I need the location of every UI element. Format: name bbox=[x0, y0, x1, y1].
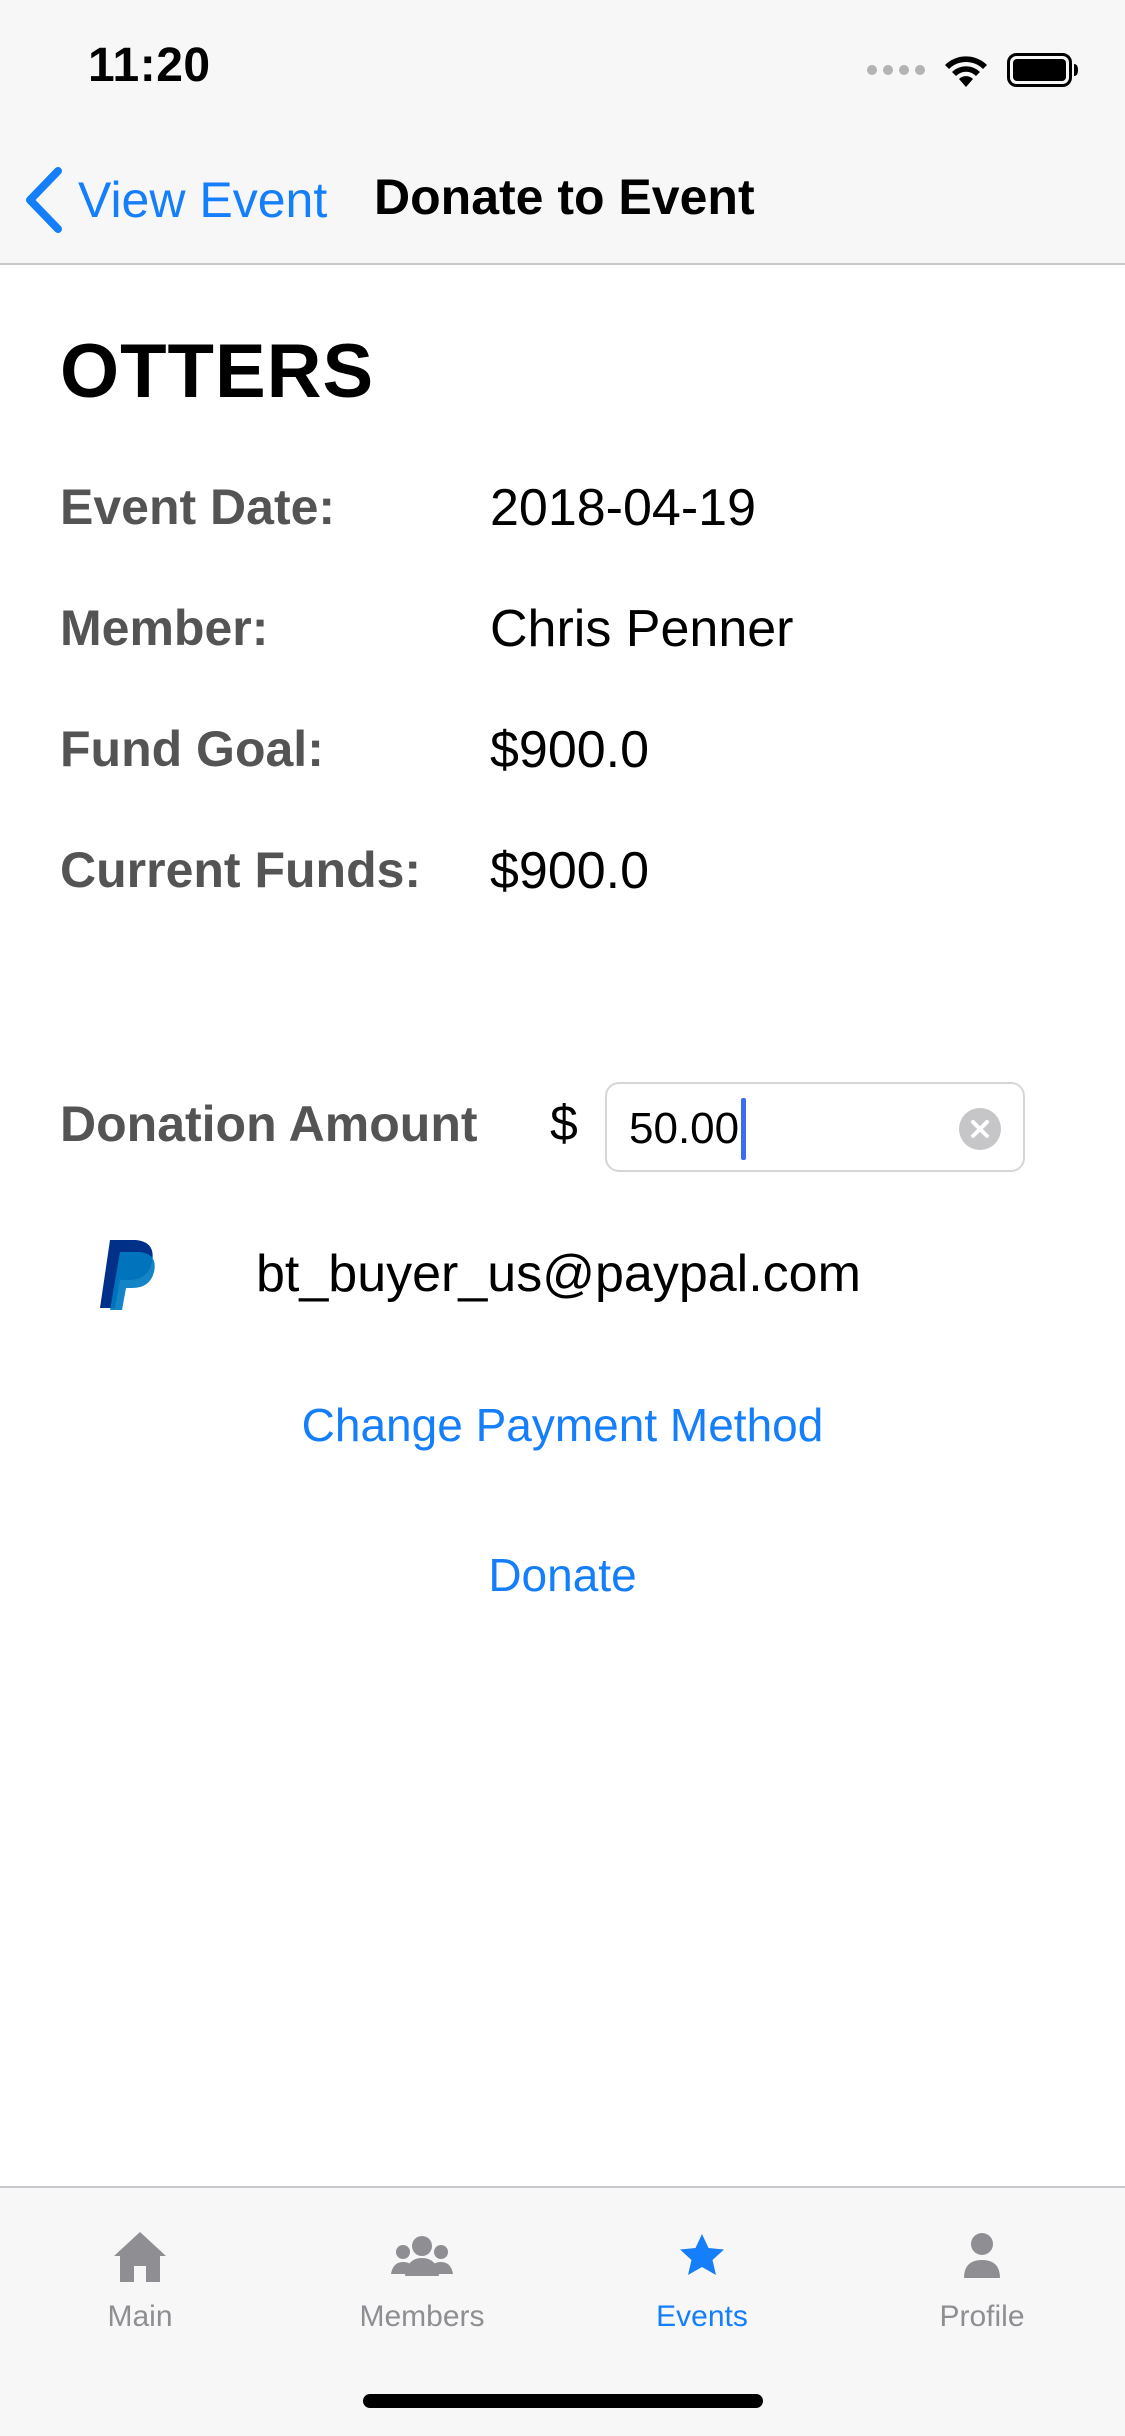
member-row: Member: Chris Penner bbox=[60, 599, 1060, 669]
clear-text-button[interactable] bbox=[959, 1108, 1001, 1150]
member-value: Chris Penner bbox=[490, 600, 794, 658]
event-date-value: 2018-04-19 bbox=[490, 479, 756, 537]
home-icon bbox=[114, 2232, 166, 2282]
tab-events-label: Events bbox=[656, 2300, 748, 2333]
event-name: OTTERS bbox=[60, 329, 375, 414]
tab-events[interactable]: Events bbox=[592, 2218, 812, 2348]
currency-symbol: $ bbox=[550, 1095, 578, 1151]
current-funds-label: Current Funds: bbox=[60, 842, 422, 898]
current-funds-value: $900.0 bbox=[490, 842, 650, 900]
wifi-icon bbox=[943, 53, 989, 87]
person-icon bbox=[964, 2233, 1000, 2278]
signal-icon bbox=[867, 65, 925, 75]
donation-amount-input[interactable]: 50.00 bbox=[605, 1082, 1025, 1172]
tab-members-label: Members bbox=[359, 2300, 485, 2333]
fund-goal-value: $900.0 bbox=[490, 721, 650, 779]
donate-button[interactable]: Donate bbox=[0, 1548, 1125, 1602]
back-button[interactable]: View Event bbox=[24, 160, 327, 240]
tab-main[interactable]: Main bbox=[30, 2218, 250, 2348]
current-funds-row: Current Funds: $900.0 bbox=[60, 841, 1060, 911]
payment-method-row: bt_buyer_us@paypal.com bbox=[96, 1236, 996, 1316]
people-icon bbox=[391, 2236, 453, 2276]
tab-profile[interactable]: Profile bbox=[872, 2218, 1092, 2348]
star-icon bbox=[680, 2234, 724, 2275]
donation-amount-row: Donation Amount $ 50.00 bbox=[60, 1082, 1070, 1172]
paypal-icon bbox=[100, 1240, 155, 1310]
donation-amount-label: Donation Amount bbox=[60, 1096, 478, 1152]
text-cursor bbox=[741, 1098, 746, 1160]
clear-icon bbox=[971, 1120, 989, 1138]
home-indicator[interactable] bbox=[363, 2394, 763, 2408]
tab-members[interactable]: Members bbox=[312, 2218, 532, 2348]
donate-screen: 11:20 View Event Donate to Event OTTERS … bbox=[0, 0, 1125, 2436]
event-date-row: Event Date: 2018-04-19 bbox=[60, 478, 1060, 548]
back-button-label: View Event bbox=[78, 172, 328, 228]
tab-profile-label: Profile bbox=[939, 2300, 1025, 2333]
tab-main-label: Main bbox=[107, 2300, 173, 2333]
event-date-label: Event Date: bbox=[60, 479, 336, 535]
change-payment-method-button[interactable]: Change Payment Method bbox=[0, 1398, 1125, 1452]
page-title: Donate to Event bbox=[374, 169, 755, 225]
fund-goal-row: Fund Goal: $900.0 bbox=[60, 720, 1060, 790]
status-time: 11:20 bbox=[88, 39, 211, 92]
fund-goal-label: Fund Goal: bbox=[60, 721, 324, 777]
chevron-left-icon bbox=[26, 167, 62, 233]
donation-amount-value: 50.00 bbox=[629, 1104, 740, 1153]
member-label: Member: bbox=[60, 600, 269, 656]
payment-email: bt_buyer_us@paypal.com bbox=[256, 1245, 861, 1303]
navigation-header: 11:20 View Event Donate to Event bbox=[0, 0, 1125, 265]
battery-icon bbox=[1007, 53, 1079, 87]
status-icons bbox=[867, 48, 1079, 92]
